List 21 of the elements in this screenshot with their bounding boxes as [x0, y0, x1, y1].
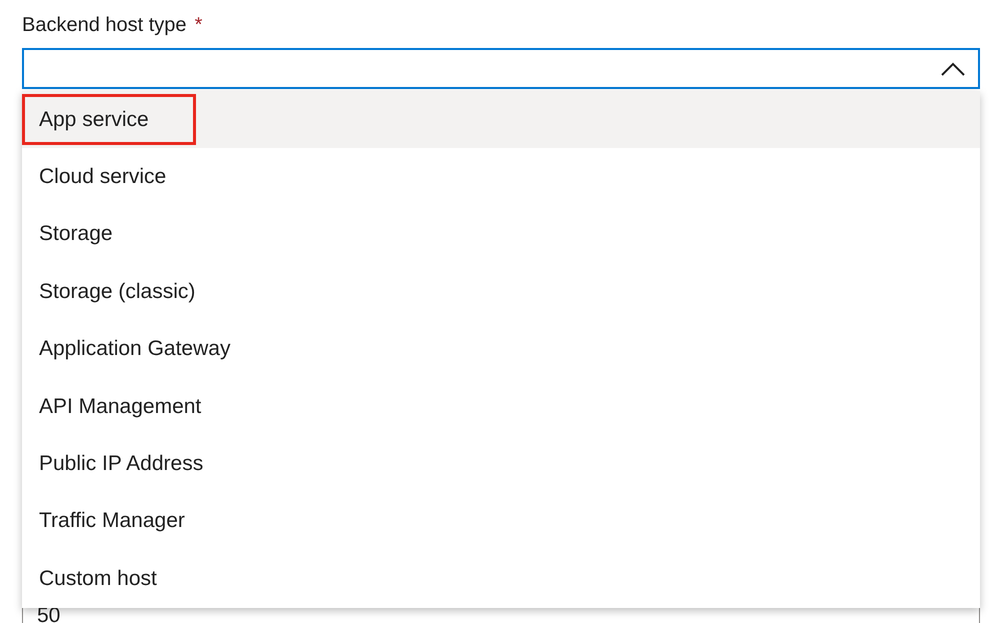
dropdown-option[interactable]: Application Gateway — [22, 320, 980, 378]
option-label: Storage — [38, 221, 114, 248]
option-label: Application Gateway — [38, 336, 232, 362]
dropdown-option[interactable]: Cloud service — [22, 148, 980, 206]
dropdown-option[interactable]: API Management — [22, 378, 980, 436]
option-label: Public IP Address — [38, 451, 204, 478]
dropdown-option[interactable]: Custom host — [22, 550, 980, 608]
option-label: Custom host — [38, 566, 158, 592]
dropdown-option[interactable]: Storage — [22, 206, 980, 264]
required-mark: * — [194, 14, 202, 37]
option-label: Cloud service — [38, 164, 168, 190]
option-label: Traffic Manager — [38, 508, 186, 534]
dropdown-option[interactable]: Public IP Address — [22, 435, 980, 493]
option-label: API Management — [38, 394, 202, 420]
dropdown-option[interactable]: Storage (classic) — [22, 263, 980, 321]
dropdown-option[interactable]: App service — [22, 91, 980, 148]
option-label: Storage (classic) — [38, 278, 196, 305]
dropdown-option[interactable]: Traffic Manager — [22, 492, 980, 550]
field-label: Backend host type — [22, 14, 187, 37]
dropdown-field[interactable] — [22, 48, 980, 89]
highlighted-option-label: App service — [22, 94, 196, 146]
